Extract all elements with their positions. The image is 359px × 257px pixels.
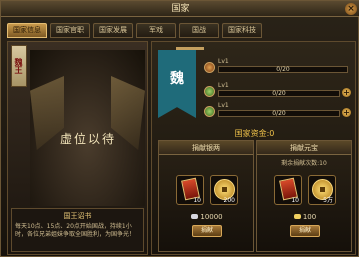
slot-count: 10	[291, 197, 299, 204]
sword-icon	[204, 86, 215, 97]
cost-value: 10000	[200, 213, 223, 221]
silver-icon	[191, 214, 199, 219]
reward-slot[interactable]: 200	[210, 175, 238, 205]
tab-national-war[interactable]: 国战	[179, 23, 219, 38]
cost-value: 100	[302, 213, 317, 221]
remain-count: 剩余捐献次数:10	[281, 160, 327, 167]
reward-slot[interactable]: 5万	[308, 175, 336, 205]
country-window: 国家 × 国家信息 国家官职 国家发展 军戏 国战 国家科技 魏王 虚位以待 国…	[0, 0, 359, 257]
reward-slot[interactable]: 10	[176, 175, 204, 205]
banner-text: 魏	[170, 71, 184, 87]
slot-count: 200	[223, 197, 235, 204]
reward-slot[interactable]: 10	[274, 175, 302, 205]
level-label: Lv1	[218, 58, 229, 65]
king-portrait-area: 虚位以待	[30, 50, 145, 206]
donate-silver-button[interactable]: 捐献	[192, 225, 222, 237]
progress-bar: 0/20	[218, 90, 340, 97]
remain-count	[159, 158, 253, 166]
progress-text: 0/20	[272, 110, 286, 117]
shield-icon	[204, 106, 215, 117]
vacant-throne-text: 虚位以待	[59, 132, 116, 146]
level-row-2: Lv1 0/20 +	[204, 82, 354, 100]
progress-bar: 0/20	[218, 110, 340, 117]
donate-silver-box: 捐献银两 10 200 10000 捐献	[158, 140, 254, 252]
donate-cost: 10000	[159, 213, 255, 221]
window-title: 国家	[171, 4, 190, 14]
country-status-panel: 魏 Lv1 0/20 Lv1 0/20 + Lv1 0/20 + 国家资金:0 …	[151, 41, 356, 255]
king-edict: 国王诏书 每天10点、15点、20点开始国战，持续1小时，各位兄弟姐妹争取全国胜…	[11, 208, 144, 252]
progress-bar: 0/20	[218, 66, 348, 73]
slot-count: 10	[193, 197, 201, 204]
progress-text: 0/20	[272, 90, 286, 97]
donate-silver-title: 捐献银两	[159, 141, 253, 155]
donate-yuanbao-title: 捐献元宝	[257, 141, 351, 155]
edict-title: 国王诏书	[63, 212, 92, 220]
edict-body: 每天10点、15点、20点开始国战，持续1小时，各位兄弟姐妹争取全国胜利，为国争…	[15, 223, 136, 238]
reward-items: 10 5万	[257, 175, 353, 205]
tab-bar: 国家信息 国家官职 国家发展 军戏 国战 国家科技	[7, 23, 262, 38]
tab-country-officials[interactable]: 国家官职	[50, 23, 90, 38]
donate-yuanbao-box: 捐献元宝 剩余捐献次数:10 10 5万 100 捐献	[256, 140, 352, 252]
tab-country-tech[interactable]: 国家科技	[222, 23, 262, 38]
titlebar: 国家 ×	[1, 1, 359, 17]
close-button[interactable]: ×	[345, 3, 357, 15]
progress-text: 0/20	[276, 66, 290, 73]
reward-items: 10 200	[159, 175, 255, 205]
level-label: Lv1	[218, 102, 229, 109]
banner-pole	[176, 47, 204, 50]
level-label: Lv1	[218, 82, 229, 89]
tab-country-info[interactable]: 国家信息	[7, 23, 47, 38]
ingot-icon	[293, 214, 301, 219]
donate-yuanbao-button[interactable]: 捐献	[290, 225, 320, 237]
level-row-1: Lv1 0/20	[204, 58, 354, 76]
upgrade-plus-button[interactable]: +	[342, 108, 351, 117]
tab-country-development[interactable]: 国家发展	[93, 23, 133, 38]
tab-military[interactable]: 军戏	[136, 23, 176, 38]
flag-icon	[204, 62, 215, 73]
country-banner: 魏	[158, 50, 196, 118]
upgrade-plus-button[interactable]: +	[342, 88, 351, 97]
level-row-3: Lv1 0/20 +	[204, 102, 354, 120]
slot-count: 5万	[323, 197, 333, 204]
country-funds: 国家资金:0	[234, 129, 275, 138]
donate-cost: 100	[257, 213, 353, 221]
king-panel: 魏王 虚位以待 国王诏书 每天10点、15点、20点开始国战，持续1小时，各位兄…	[7, 41, 148, 255]
king-title-tag: 魏王	[11, 45, 27, 87]
